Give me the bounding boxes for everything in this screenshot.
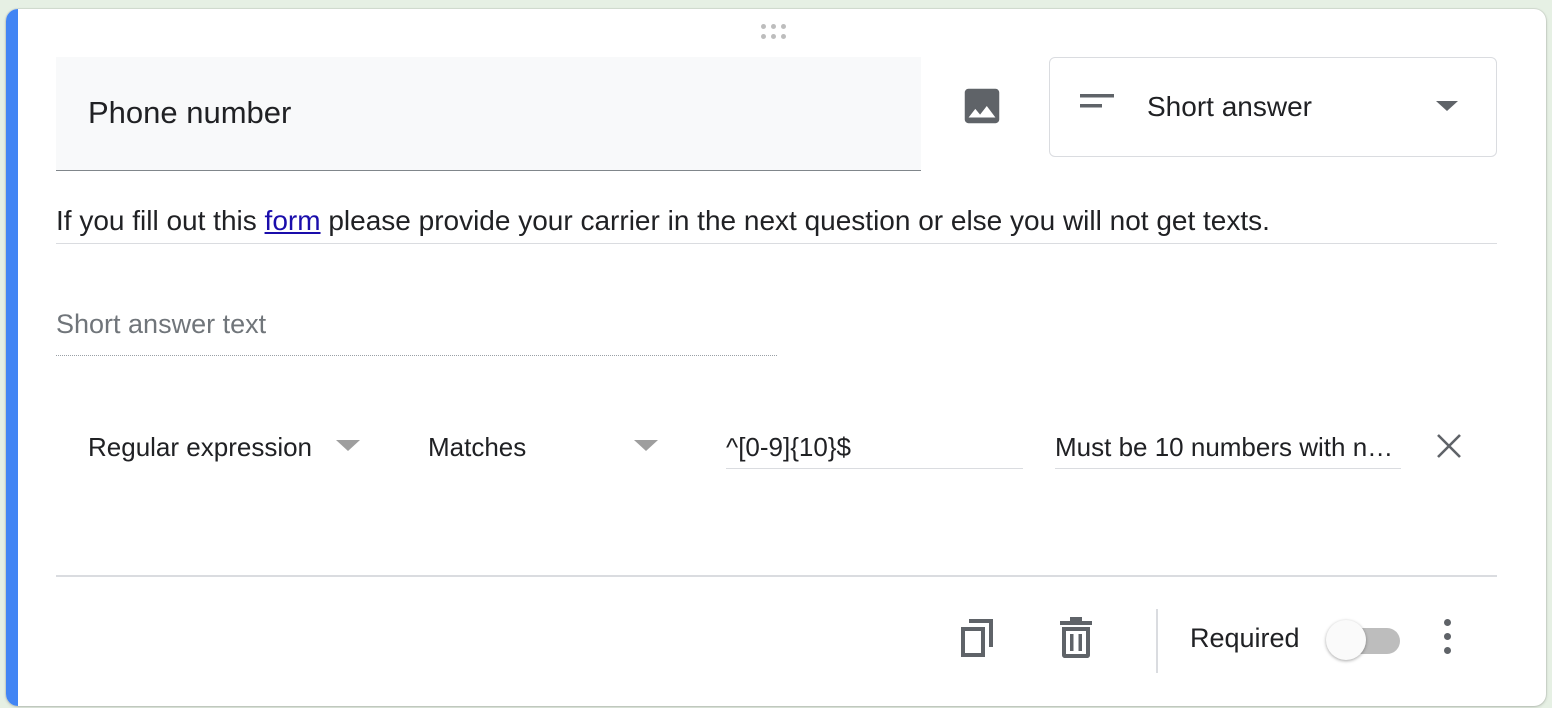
validation-condition-dropdown[interactable]: Matches <box>428 432 526 463</box>
validation-pattern-input[interactable]: ^[0-9]{10}$ <box>726 427 1023 469</box>
validation-error-text-input[interactable]: Must be 10 numbers with no… <box>1055 427 1401 469</box>
add-image-icon[interactable] <box>959 83 1005 129</box>
active-accent-bar <box>6 9 18 706</box>
description-text-before: If you fill out this <box>56 205 265 236</box>
required-toggle[interactable] <box>1326 617 1402 661</box>
footer-divider <box>56 575 1497 577</box>
toggle-knob <box>1326 620 1366 660</box>
validation-type-dropdown[interactable]: Regular expression <box>88 432 312 463</box>
chevron-down-icon[interactable] <box>336 440 360 451</box>
chevron-down-icon <box>1436 101 1458 111</box>
description-link[interactable]: form <box>265 205 321 236</box>
question-description[interactable]: If you fill out this form please provide… <box>56 205 1497 244</box>
close-icon[interactable] <box>1434 431 1464 461</box>
question-title[interactable]: Phone number <box>88 95 291 131</box>
drag-handle-icon[interactable] <box>761 24 795 42</box>
question-card[interactable]: Phone number Short answer If you fill ou… <box>6 9 1546 706</box>
description-text-after: please provide your carrier in the next … <box>320 205 1270 236</box>
question-type-label: Short answer <box>1147 91 1312 122</box>
duplicate-icon[interactable] <box>958 615 998 659</box>
short-answer-lines-icon <box>1080 94 1114 108</box>
required-label: Required <box>1190 623 1300 653</box>
chevron-down-icon[interactable] <box>634 440 658 451</box>
question-title-field[interactable]: Phone number <box>56 57 921 171</box>
short-answer-preview: Short answer text <box>56 309 777 356</box>
more-vert-icon[interactable] <box>1436 617 1460 657</box>
footer-separator <box>1156 609 1158 673</box>
trash-icon[interactable] <box>1058 615 1094 659</box>
question-type-dropdown[interactable]: Short answer <box>1049 57 1497 157</box>
